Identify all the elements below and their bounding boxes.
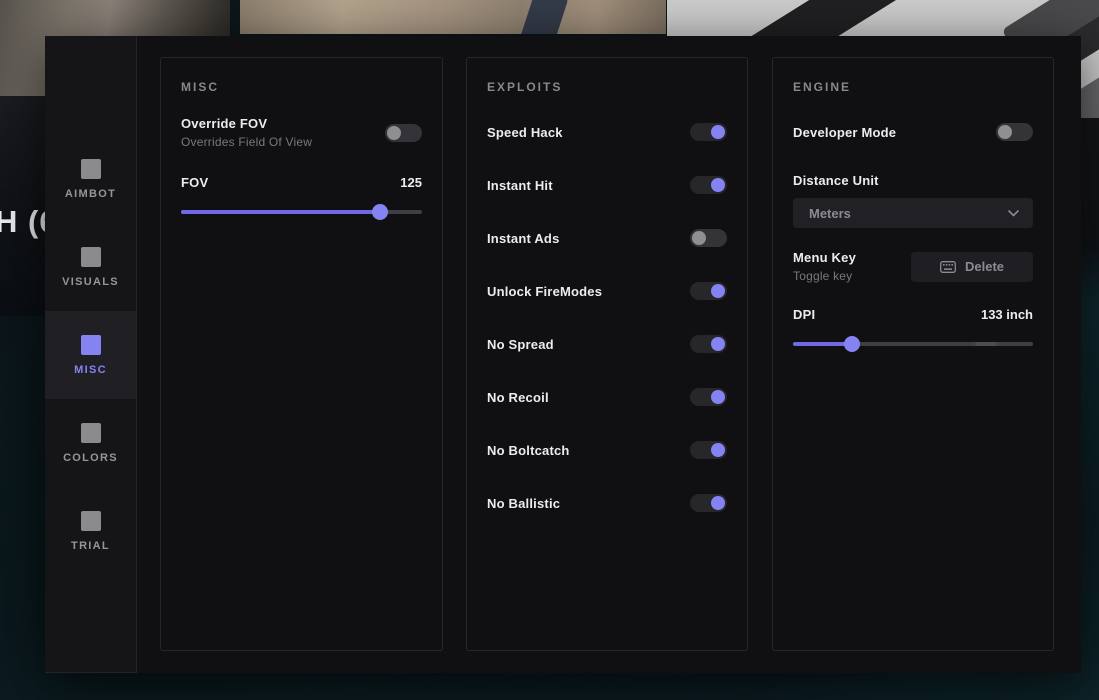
distance-unit-value: Meters (809, 206, 851, 221)
sidebar-item-aimbot[interactable]: AIMBOT (45, 135, 136, 223)
sidebar: AIMBOT VISUALS MISC COLORS TRIAL (45, 36, 137, 673)
exploit-row: Instant Hit (487, 170, 727, 200)
slider-fill (181, 210, 380, 214)
sidebar-item-colors[interactable]: COLORS (45, 399, 136, 487)
instant-ads-label: Instant Ads (487, 231, 560, 246)
toggle-knob (711, 337, 725, 351)
no-recoil-toggle[interactable] (690, 388, 727, 406)
cheat-menu-window: AIMBOT VISUALS MISC COLORS TRIAL MISC Ov… (45, 36, 1081, 673)
engine-panel: ENGINE Developer Mode Distance Unit Mete… (772, 57, 1054, 651)
exploit-row: No Spread (487, 329, 727, 359)
toggle-knob (711, 496, 725, 510)
aimbot-icon (81, 159, 101, 179)
distance-unit-label: Distance Unit (793, 173, 1033, 188)
exploit-row: No Boltcatch (487, 435, 727, 465)
panel-title: MISC (181, 80, 422, 94)
override-fov-text: Override FOV Overrides Field Of View (181, 116, 312, 149)
instant-ads-toggle[interactable] (690, 229, 727, 247)
exploit-row: No Recoil (487, 382, 727, 412)
fov-slider[interactable] (181, 204, 422, 220)
dpi-slider-default-tick (975, 342, 997, 346)
sidebar-item-misc[interactable]: MISC (45, 311, 136, 399)
trial-icon (81, 511, 101, 531)
no-spread-toggle[interactable] (690, 335, 727, 353)
toggle-knob (711, 125, 725, 139)
no-boltcatch-toggle[interactable] (690, 441, 727, 459)
panel-title: ENGINE (793, 80, 1033, 94)
no-spread-label: No Spread (487, 337, 554, 352)
exploit-row: Unlock FireModes (487, 276, 727, 306)
toggle-knob (711, 443, 725, 457)
distance-unit-select[interactable]: Meters (793, 198, 1033, 228)
sidebar-item-trial[interactable]: TRIAL (45, 487, 136, 575)
speed-hack-label: Speed Hack (487, 125, 563, 140)
unlock-firemodes-label: Unlock FireModes (487, 284, 602, 299)
no-recoil-label: No Recoil (487, 390, 549, 405)
menu-key-button-label: Delete (965, 259, 1004, 274)
developer-mode-row: Developer Mode (793, 117, 1033, 147)
exploits-panel: EXPLOITS Speed Hack Instant Hit Instant … (466, 57, 748, 651)
toggle-knob (387, 126, 401, 140)
override-fov-toggle[interactable] (385, 124, 422, 142)
override-fov-description: Overrides Field Of View (181, 135, 312, 149)
sidebar-item-label: AIMBOT (65, 188, 116, 200)
sidebar-item-visuals[interactable]: VISUALS (45, 223, 136, 311)
misc-panel: MISC Override FOV Overrides Field Of Vie… (160, 57, 443, 651)
fov-slider-thumb[interactable] (372, 204, 388, 220)
menu-key-text: Menu Key Toggle key (793, 250, 856, 283)
menu-key-bind-button[interactable]: Delete (911, 252, 1033, 282)
no-boltcatch-label: No Boltcatch (487, 443, 570, 458)
sidebar-item-label: COLORS (63, 452, 118, 464)
colors-icon (81, 423, 101, 443)
developer-mode-toggle[interactable] (996, 123, 1033, 141)
fov-value: 125 (400, 175, 422, 190)
toggle-knob (998, 125, 1012, 139)
unlock-firemodes-toggle[interactable] (690, 282, 727, 300)
speed-hack-toggle[interactable] (690, 123, 727, 141)
override-fov-row: Override FOV Overrides Field Of View (181, 116, 422, 149)
toggle-knob (711, 390, 725, 404)
chevron-down-icon (1008, 210, 1019, 217)
instant-hit-label: Instant Hit (487, 178, 553, 193)
fov-header-row: FOV 125 (181, 175, 422, 190)
dpi-header-row: DPI 133 inch (793, 307, 1033, 322)
developer-mode-label: Developer Mode (793, 125, 896, 140)
sidebar-item-label: MISC (74, 364, 107, 376)
no-ballistic-toggle[interactable] (690, 494, 727, 512)
instant-hit-toggle[interactable] (690, 176, 727, 194)
toggle-knob (692, 231, 706, 245)
dpi-slider[interactable] (793, 336, 1033, 352)
toggle-knob (711, 284, 725, 298)
dpi-slider-thumb[interactable] (844, 336, 860, 352)
sidebar-item-label: VISUALS (62, 276, 119, 288)
no-ballistic-label: No Ballistic (487, 496, 560, 511)
menu-key-label: Menu Key (793, 250, 856, 265)
toggle-knob (711, 178, 725, 192)
menu-key-row: Menu Key Toggle key Delete (793, 250, 1033, 283)
override-fov-label: Override FOV (181, 116, 312, 131)
fov-label: FOV (181, 175, 208, 190)
visuals-icon (81, 247, 101, 267)
keyboard-icon (940, 261, 956, 273)
menu-key-description: Toggle key (793, 269, 856, 283)
exploit-row: Instant Ads (487, 223, 727, 253)
exploit-row: No Ballistic (487, 488, 727, 518)
misc-icon (81, 335, 101, 355)
dpi-label: DPI (793, 307, 815, 322)
sidebar-item-label: TRIAL (71, 540, 110, 552)
exploit-row: Speed Hack (487, 117, 727, 147)
dpi-value: 133 inch (981, 307, 1033, 322)
panel-title: EXPLOITS (487, 80, 727, 94)
